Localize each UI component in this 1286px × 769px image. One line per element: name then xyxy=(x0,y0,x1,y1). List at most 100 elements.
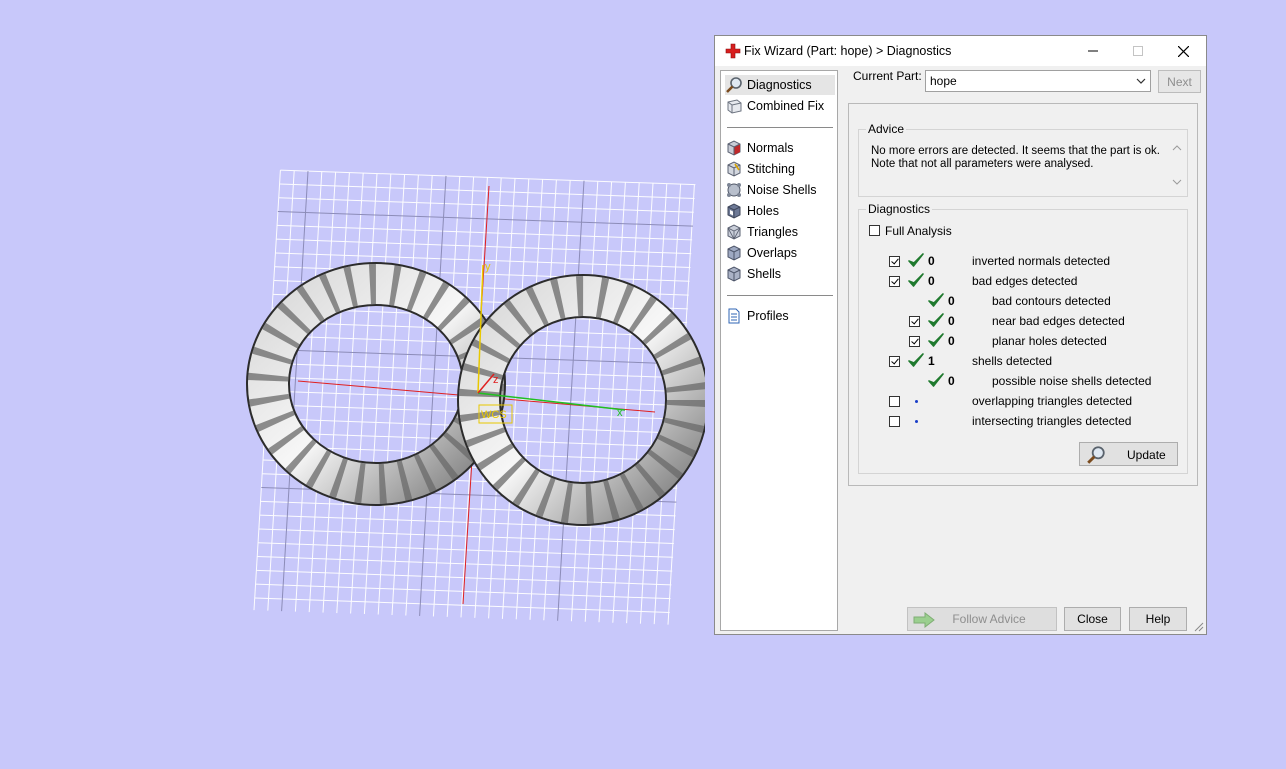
y-axis-label: y xyxy=(485,261,491,273)
nav-item-combined-fix[interactable]: Combined Fix xyxy=(725,96,835,116)
minimize-button[interactable] xyxy=(1070,36,1115,66)
nav-item-profiles[interactable]: Profiles xyxy=(725,306,835,326)
nav-item-shells[interactable]: Shells xyxy=(725,264,835,284)
nav-item-overlaps[interactable]: Overlaps xyxy=(725,243,835,263)
diagnostic-count: 0 xyxy=(948,294,955,308)
nav-label: Noise Shells xyxy=(747,183,817,197)
diagnostic-count: 0 xyxy=(948,334,955,348)
nav-item-triangles[interactable]: Triangles xyxy=(725,222,835,242)
diagnostic-checkbox[interactable] xyxy=(909,316,920,327)
help-button[interactable]: Help xyxy=(1129,607,1187,631)
diagnostic-label: bad contours detected xyxy=(992,294,1111,308)
follow-advice-button[interactable]: Follow Advice xyxy=(907,607,1057,631)
current-part-dropdown[interactable]: hope xyxy=(925,70,1151,92)
close-window-button[interactable] xyxy=(1161,36,1206,66)
nav-label: Holes xyxy=(747,204,779,218)
profiles-document-icon xyxy=(728,308,740,324)
full-analysis-checkbox[interactable] xyxy=(869,225,880,236)
nav-item-noise-shells[interactable]: Noise Shells xyxy=(725,180,835,200)
diagnostic-label: overlapping triangles detected xyxy=(972,394,1133,408)
pending-dot-icon xyxy=(915,420,918,423)
next-button[interactable]: Next xyxy=(1158,70,1201,93)
nav-item-stitching[interactable]: Stitching xyxy=(725,159,835,179)
z-axis-label: z xyxy=(493,374,499,386)
nav-separator xyxy=(727,127,833,128)
scroll-up-icon xyxy=(1172,145,1182,151)
minimize-icon xyxy=(1087,50,1098,52)
advice-scrollbar[interactable] xyxy=(1170,142,1184,188)
normals-cube-icon xyxy=(727,140,741,156)
advice-line-2: Note that not all parameters were analys… xyxy=(871,158,1094,170)
follow-advice-label: Follow Advice xyxy=(952,612,1026,626)
nav-label: Profiles xyxy=(747,309,789,323)
diagnostic-label: shells detected xyxy=(972,354,1053,368)
nav-item-diagnostics[interactable]: Diagnostics xyxy=(725,75,835,95)
diagnostic-row: 0 bad contours detected xyxy=(859,292,1179,310)
close-button[interactable]: Close xyxy=(1064,607,1121,631)
nav-label: Overlaps xyxy=(747,246,798,260)
full-analysis-label: Full Analysis xyxy=(885,224,952,238)
3d-viewport[interactable]: y x z WCS xyxy=(0,0,705,769)
title-bar[interactable]: Fix Wizard (Part: hope) > Diagnostics xyxy=(715,36,1206,66)
magnifier-icon xyxy=(726,77,742,93)
wcs-label: WCS xyxy=(481,409,507,421)
combined-fix-icon xyxy=(727,99,742,114)
nav-separator xyxy=(727,295,833,296)
green-check-icon xyxy=(928,373,944,387)
diagnostic-checkbox[interactable] xyxy=(889,256,900,267)
diagnostic-label: intersecting triangles detected xyxy=(972,414,1132,428)
diagnostic-count: 0 xyxy=(928,254,935,268)
nav-label: Normals xyxy=(747,141,794,155)
diagnostics-panel: Advice No more errors are detected. It s… xyxy=(848,103,1198,486)
diagnostic-row: 0 bad edges detected xyxy=(859,272,1179,290)
triangles-cube-icon xyxy=(727,224,741,240)
maximize-icon xyxy=(1132,46,1143,56)
diagnostic-checkbox[interactable] xyxy=(909,336,920,347)
current-part-value: hope xyxy=(930,74,957,88)
holes-cube-icon xyxy=(727,203,741,219)
update-label: Update xyxy=(1127,448,1166,462)
diagnostic-checkbox[interactable] xyxy=(889,416,900,427)
diagnostic-row: overlapping triangles detected xyxy=(859,392,1179,410)
overlaps-cube-icon xyxy=(727,245,741,261)
update-button[interactable]: Update xyxy=(1079,442,1178,466)
full-analysis-checkbox-row[interactable]: Full Analysis xyxy=(869,222,989,240)
diagnostic-row: 0 inverted normals detected xyxy=(859,252,1179,270)
diagnostic-count: 1 xyxy=(928,354,935,368)
wizard-nav: Diagnostics Combined Fix Normals Stitchi… xyxy=(720,70,838,631)
diagnostic-row: 0 possible noise shells detected xyxy=(859,372,1179,390)
green-check-icon xyxy=(908,273,924,287)
resize-grip-icon[interactable] xyxy=(1194,622,1204,632)
nav-label: Shells xyxy=(747,267,782,281)
close-icon xyxy=(1178,45,1189,57)
nav-label: Stitching xyxy=(747,162,795,176)
diagnostics-title: Diagnostics xyxy=(866,202,933,216)
diagnostic-label: possible noise shells detected xyxy=(992,374,1152,388)
maximize-button[interactable] xyxy=(1115,36,1160,66)
nav-item-normals[interactable]: Normals xyxy=(725,138,835,158)
nav-label: Triangles xyxy=(747,225,798,239)
viewport-canvas[interactable]: y x z WCS xyxy=(0,0,705,769)
nav-label: Combined Fix xyxy=(747,99,825,113)
chevron-down-icon xyxy=(1136,78,1146,84)
shells-cube-icon xyxy=(727,266,741,282)
diagnostic-checkbox[interactable] xyxy=(889,276,900,287)
nav-item-holes[interactable]: Holes xyxy=(725,201,835,221)
arrow-right-icon xyxy=(913,612,935,628)
diagnostic-checkbox[interactable] xyxy=(889,356,900,367)
advice-title: Advice xyxy=(866,122,907,136)
diagnostic-row: 1 shells detected xyxy=(859,352,1179,370)
diagnostic-count: 0 xyxy=(948,374,955,388)
right-ring xyxy=(457,274,705,526)
diagnostic-row: 0 planar holes detected xyxy=(859,332,1179,350)
stitching-cube-icon xyxy=(727,161,741,177)
diagnostics-group: Diagnostics Full Analysis 0 inverted norm… xyxy=(858,202,1188,474)
nav-label: Diagnostics xyxy=(747,78,812,92)
red-cross-app-icon xyxy=(725,43,741,59)
fix-wizard-dialog: Fix Wizard (Part: hope) > Diagnostics Di… xyxy=(714,35,1207,635)
diagnostic-label: planar holes detected xyxy=(992,334,1107,348)
current-part-label: Current Part: xyxy=(853,69,922,83)
green-check-icon xyxy=(928,313,944,327)
green-check-icon xyxy=(928,333,944,347)
diagnostic-checkbox[interactable] xyxy=(889,396,900,407)
